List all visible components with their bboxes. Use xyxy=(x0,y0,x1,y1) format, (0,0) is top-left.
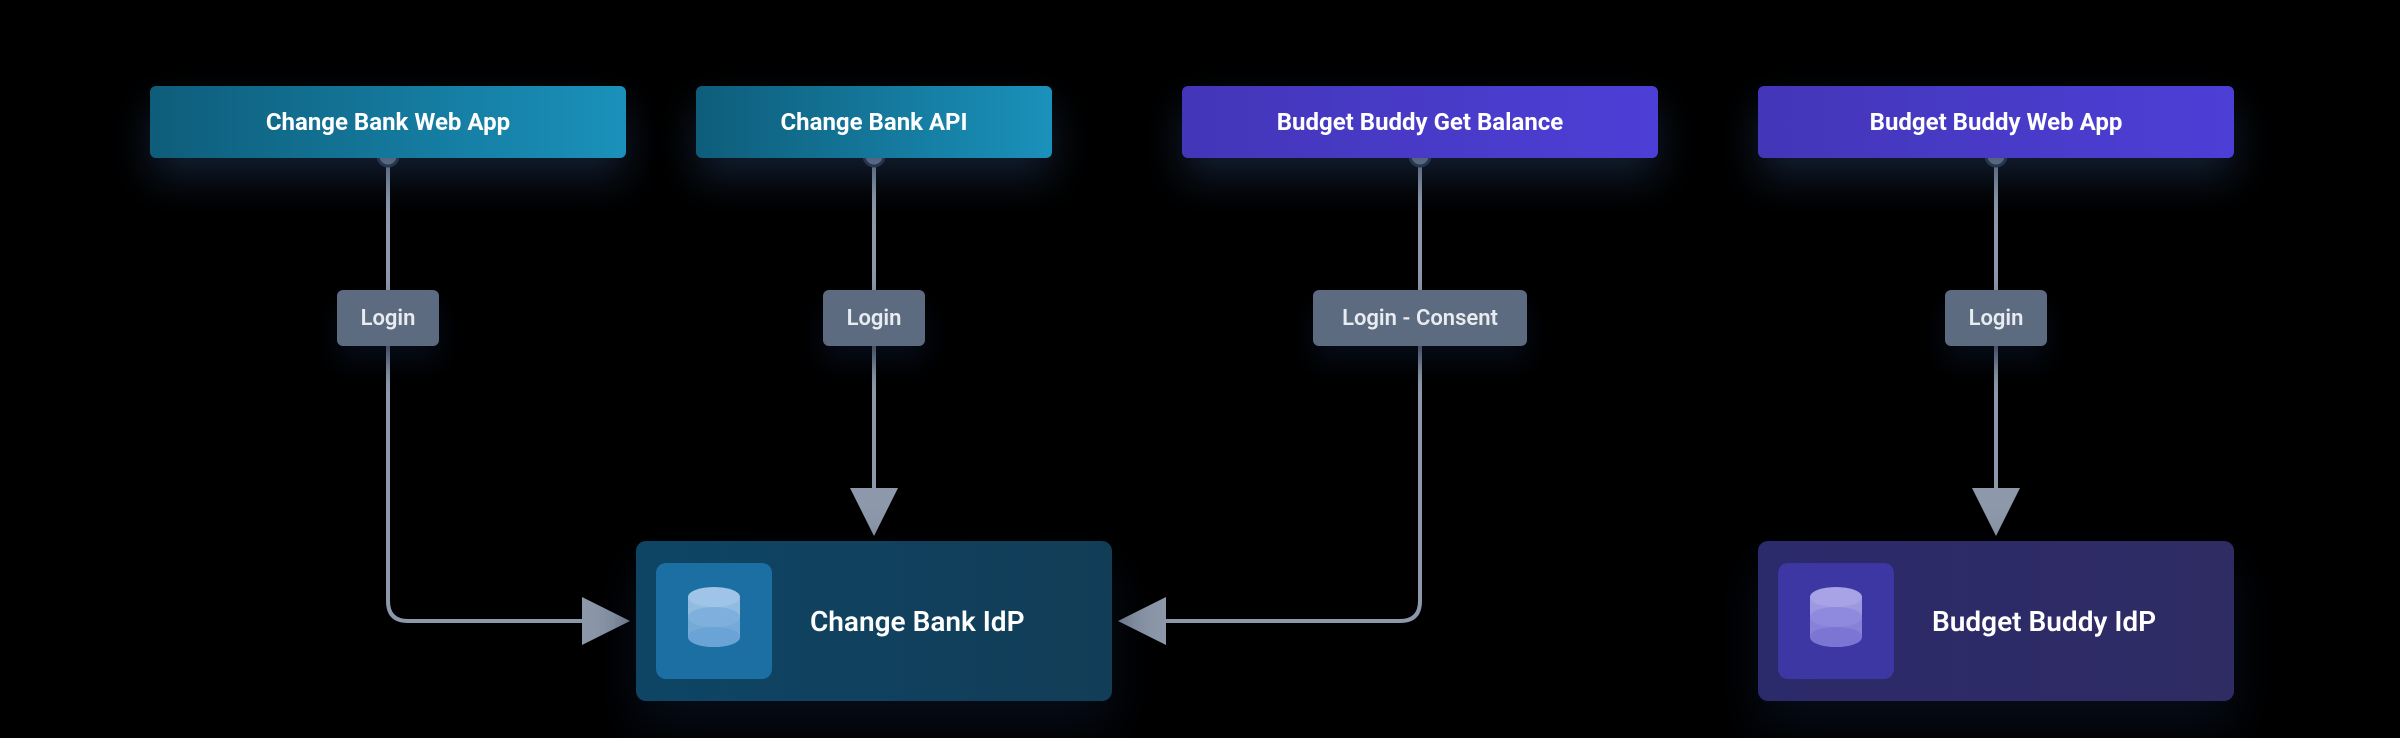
node-budget-buddy-get-balance: Budget Buddy Get Balance xyxy=(1182,86,1658,158)
node-change-bank-idp: Change Bank IdP xyxy=(636,541,1112,701)
node-budget-buddy-web-app: Budget Buddy Web App xyxy=(1758,86,2234,158)
edge-label-login: Login xyxy=(337,290,439,346)
edge-label-text: Login - Consent xyxy=(1342,306,1498,331)
node-label: Budget Buddy Web App xyxy=(1870,108,2123,136)
node-budget-buddy-idp: Budget Buddy IdP xyxy=(1758,541,2234,701)
node-label: Change Bank Web App xyxy=(266,108,510,136)
database-icon xyxy=(656,563,772,679)
edge-label-text: Login xyxy=(361,306,416,331)
node-label: Change Bank API xyxy=(780,108,967,136)
edge-label-login: Login xyxy=(823,290,925,346)
edge-label-login: Login xyxy=(1945,290,2047,346)
edge-label-text: Login xyxy=(1969,306,2024,331)
node-label: Budget Buddy Get Balance xyxy=(1277,108,1564,136)
edge-cbweb-to-idp xyxy=(388,156,622,621)
node-change-bank-web-app: Change Bank Web App xyxy=(150,86,626,158)
node-label: Budget Buddy IdP xyxy=(1932,605,2156,638)
edge-bbbal-to-idp xyxy=(1126,156,1420,621)
node-change-bank-api: Change Bank API xyxy=(696,86,1052,158)
database-icon xyxy=(1778,563,1894,679)
node-label: Change Bank IdP xyxy=(810,605,1025,638)
edge-label-text: Login xyxy=(847,306,902,331)
edge-label-login-consent: Login - Consent xyxy=(1313,290,1527,346)
